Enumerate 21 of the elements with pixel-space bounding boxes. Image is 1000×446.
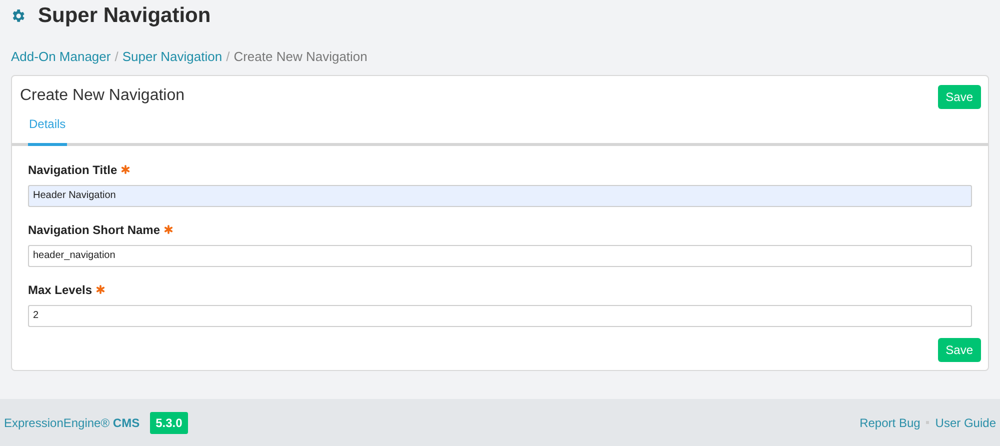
footer-link[interactable]: Report Bug — [860, 414, 920, 432]
card-title: Create New Navigation — [20, 86, 185, 106]
breadcrumb-link[interactable]: Add-On Manager — [11, 47, 111, 66]
breadcrumb-current: Create New Navigation — [234, 48, 368, 66]
save-button[interactable]: Save — [938, 338, 981, 362]
field-label: Navigation Short Name — [28, 222, 160, 238]
gear-icon — [10, 8, 26, 24]
field-label: Navigation Title — [28, 162, 118, 178]
footer-link[interactable]: User Guide — [935, 414, 996, 432]
text-field[interactable]: 2 — [28, 304, 972, 326]
field-label: Max Levels — [28, 282, 92, 298]
save-button[interactable]: Save — [938, 84, 981, 108]
product-name: ExpressionEngine® CMS — [4, 414, 140, 432]
tab[interactable]: Details — [28, 114, 67, 146]
breadcrumb-separator: / — [114, 48, 118, 66]
breadcrumb-separator: / — [226, 48, 230, 66]
page-title: Super Navigation — [38, 2, 211, 29]
text-field[interactable]: header_navigation — [28, 244, 972, 266]
version-badge: 5.3.0 — [150, 412, 188, 434]
breadcrumb-link[interactable]: Super Navigation — [122, 47, 222, 66]
text-field[interactable]: Header Navigation — [28, 184, 972, 206]
